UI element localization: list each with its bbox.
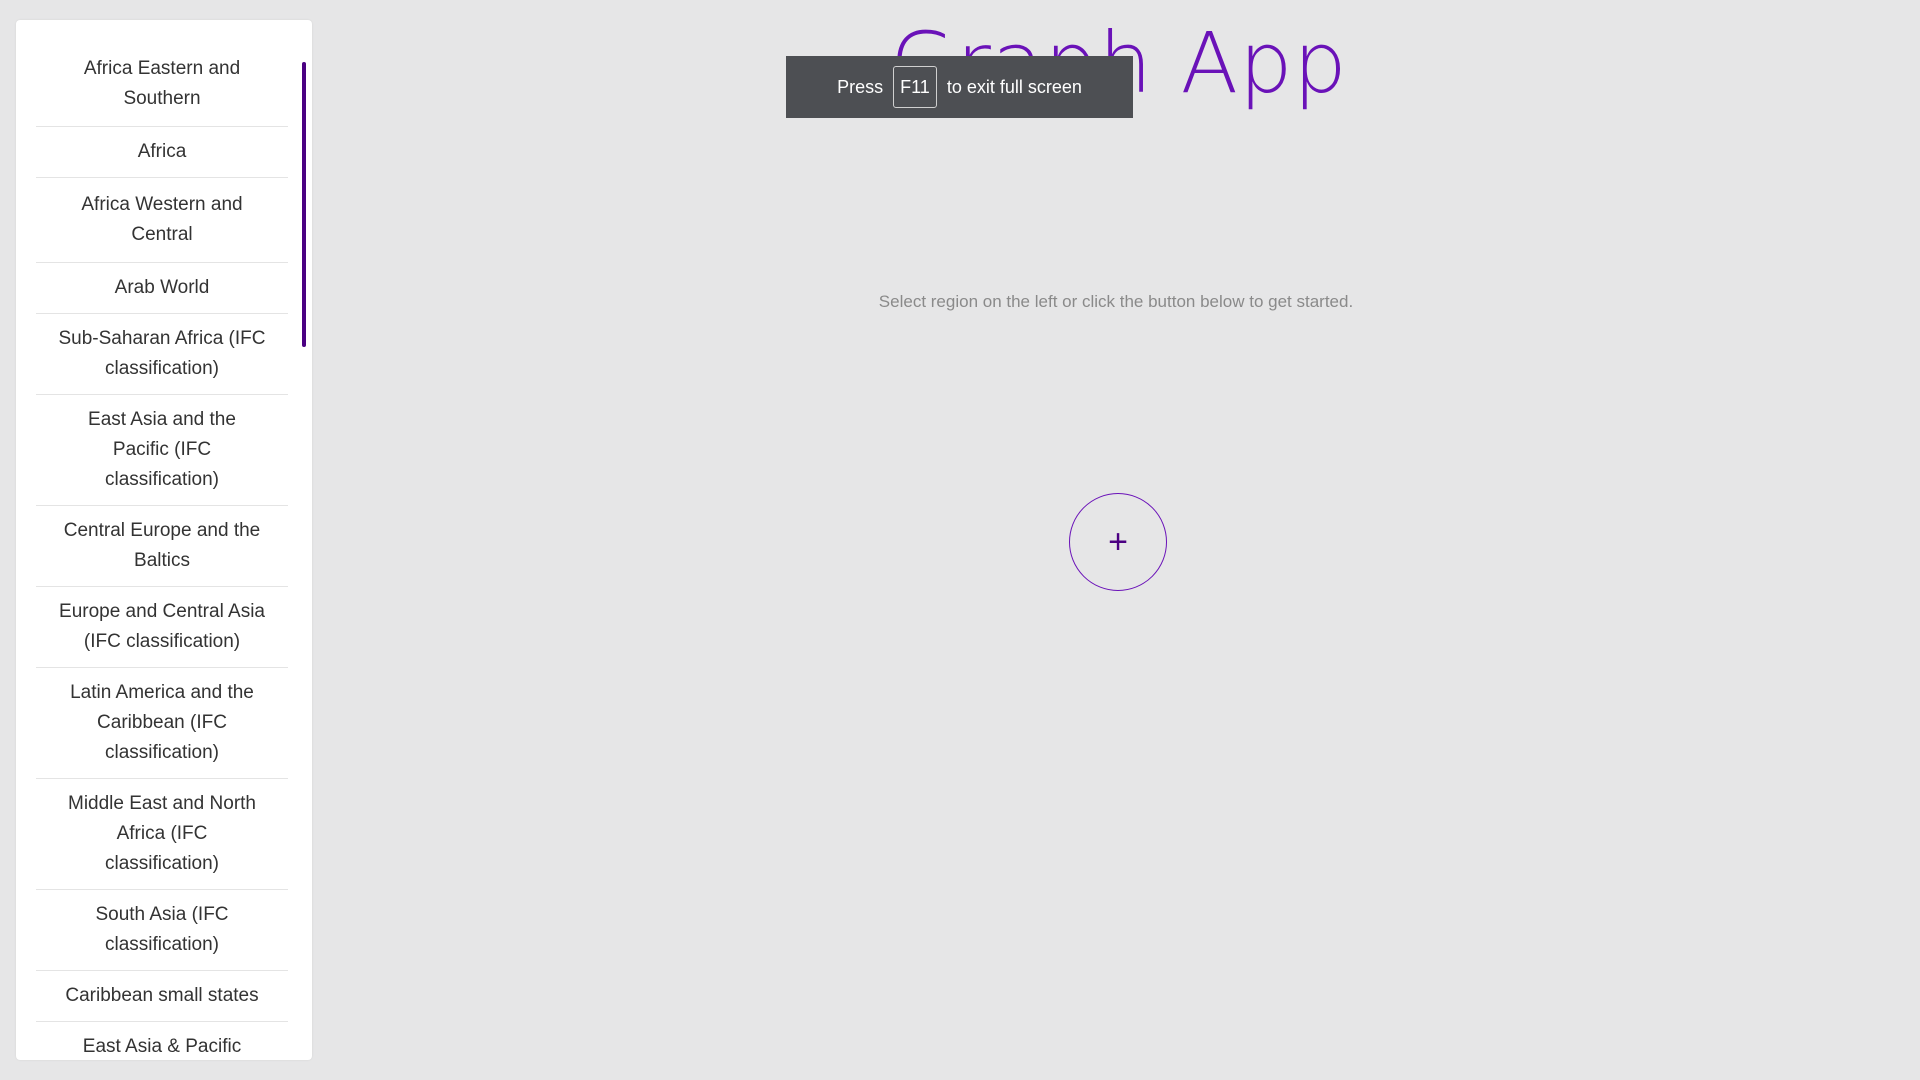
region-item[interactable]: Africa [36, 127, 288, 178]
region-item[interactable]: South Asia (IFC classification) [36, 890, 288, 971]
plus-icon: + [1108, 522, 1128, 561]
region-sidebar: Africa Eastern and Southern Africa Afric… [16, 20, 312, 1060]
toast-suffix-text: to exit full screen [946, 76, 1082, 97]
region-item[interactable]: Arab World [36, 263, 288, 314]
region-item[interactable]: Central Europe and the Baltics [36, 506, 288, 587]
region-item[interactable]: East Asia and the Pacific (IFC classific… [36, 395, 288, 506]
region-item[interactable]: Sub-Saharan Africa (IFC classification) [36, 314, 288, 395]
region-item[interactable]: Africa Western and Central [36, 178, 288, 263]
region-item[interactable]: Europe and Central Asia (IFC classificat… [36, 587, 288, 668]
fullscreen-toast: Press F11 to exit full screen [786, 56, 1133, 118]
toast-key-label: F11 [893, 66, 937, 108]
toast-press-text: Press [837, 76, 884, 97]
region-list[interactable]: Africa Eastern and Southern Africa Afric… [36, 42, 288, 1060]
add-region-button[interactable]: + [1069, 493, 1167, 591]
region-item[interactable]: East Asia & Pacific [36, 1022, 288, 1060]
getting-started-hint: Select region on the left or click the b… [878, 292, 1354, 311]
region-item[interactable]: Caribbean small states [36, 971, 288, 1022]
region-item[interactable]: Middle East and North Africa (IFC classi… [36, 779, 288, 890]
region-item[interactable]: Latin America and the Caribbean (IFC cla… [36, 668, 288, 779]
